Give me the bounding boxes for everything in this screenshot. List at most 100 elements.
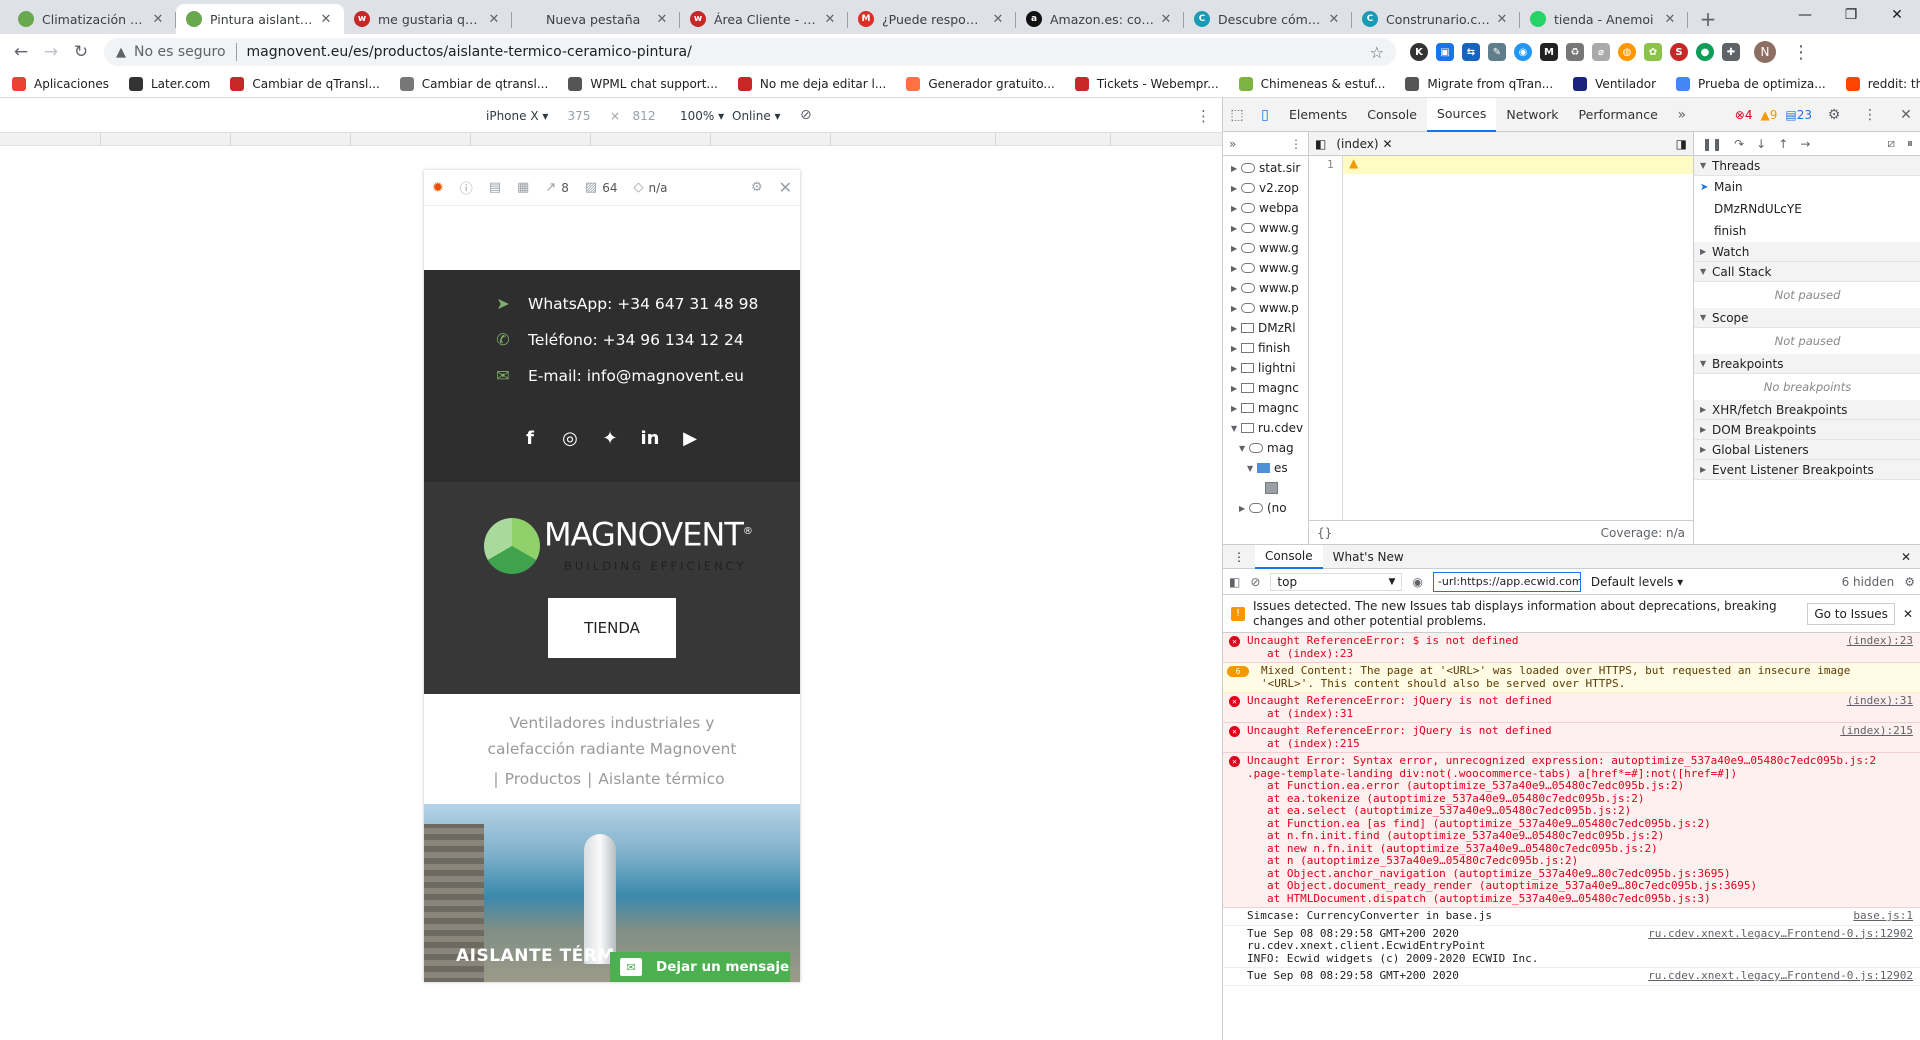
magnovent-logo[interactable]: MAGNOVENT® BUILDING EFFICIENCY xyxy=(484,516,753,577)
device-width-input[interactable]: 375 xyxy=(559,106,599,126)
watch-section[interactable]: ▶ Watch xyxy=(1694,242,1920,262)
highlighted-line[interactable]: ▲ xyxy=(1343,156,1693,174)
go-to-issues-button[interactable]: Go to Issues xyxy=(1807,602,1895,625)
extension-icon[interactable]: S xyxy=(1670,43,1688,61)
bookmark-item[interactable]: Chimeneas & estuf... xyxy=(1238,76,1385,91)
expand-arrow-icon[interactable]: ▶ xyxy=(1231,224,1241,233)
pretty-print-icon[interactable]: {} xyxy=(1317,526,1332,540)
bookmark-item[interactable]: WPML chat support... xyxy=(568,76,718,91)
expand-arrow-icon[interactable]: ▶ xyxy=(1231,384,1241,393)
thread-main[interactable]: ➤ Main xyxy=(1694,176,1920,198)
close-tab-icon[interactable]: ✕ xyxy=(486,12,502,27)
devtools-tab-network[interactable]: Network xyxy=(1496,98,1568,132)
pause-icon[interactable]: ❚❚ xyxy=(1702,137,1722,151)
browser-tab[interactable]: w me gustaria que m ✕ xyxy=(344,4,512,34)
stats-icon[interactable]: ▦ xyxy=(517,180,529,195)
extension-icon[interactable]: ◍ xyxy=(1618,43,1636,61)
density-icon[interactable]: ▤ xyxy=(489,180,501,195)
browser-tab[interactable]: Climatización con v ✕ xyxy=(8,4,176,34)
images-stat[interactable]: ▨ 64 xyxy=(585,180,618,195)
media-query-ruler[interactable] xyxy=(0,132,1222,146)
close-tab-icon[interactable]: ✕ xyxy=(1662,12,1678,27)
expand-arrow-icon[interactable]: ▶ xyxy=(1231,184,1241,193)
expand-arrow-icon[interactable]: ▶ xyxy=(1239,504,1249,513)
url-text[interactable]: magnovent.eu/es/productos/aislante-termi… xyxy=(247,44,1370,60)
devtools-tab-sources[interactable]: Sources xyxy=(1426,97,1497,132)
source-link[interactable]: ru.cdev.xnext.legacy…Frontend-0.js:12902 xyxy=(1648,969,1913,983)
console-message[interactable]: ✕ Uncaught ReferenceError: $ is not defin… xyxy=(1223,633,1920,663)
extension-icon[interactable]: ⌀ xyxy=(1592,43,1610,61)
drawer-menu-icon[interactable]: ⋮ xyxy=(1223,545,1255,569)
console-filter-input[interactable]: -url:https://app.ecwid.com xyxy=(1432,571,1581,592)
xhr-breakpoints-section[interactable]: ▶ XHR/fetch Breakpoints xyxy=(1694,400,1920,420)
devtools-menu-icon[interactable]: ⋮ xyxy=(1856,107,1884,123)
settings-gear-icon[interactable]: ⚙ xyxy=(751,180,763,195)
console-sidebar-icon[interactable]: ◧ xyxy=(1229,575,1240,589)
step-icon[interactable]: → xyxy=(1800,137,1810,151)
expand-arrow-icon[interactable]: ▶ xyxy=(1231,204,1241,213)
device-toolbar-menu-icon[interactable]: ⋮ xyxy=(1196,107,1211,125)
rotate-icon[interactable]: ⊘ xyxy=(800,107,812,123)
navigator-item[interactable]: ▶ www.g xyxy=(1223,238,1308,258)
navigator-item[interactable]: ▼ mag xyxy=(1223,438,1308,458)
expand-arrow-icon[interactable]: ▶ xyxy=(1231,324,1241,333)
clear-console-icon[interactable]: ⊘ xyxy=(1250,575,1260,589)
console-settings-icon[interactable]: ⚙ xyxy=(1904,575,1915,589)
bookmark-item[interactable]: Migrate from qTran... xyxy=(1405,76,1553,91)
bookmark-item[interactable]: Later.com xyxy=(128,76,210,91)
navigator-item[interactable] xyxy=(1223,478,1308,498)
toggle-navigator-icon[interactable]: ◧ xyxy=(1315,137,1326,151)
close-tab-icon[interactable]: ✕ xyxy=(990,12,1006,27)
navigator-item[interactable]: ▶ magnc xyxy=(1223,398,1308,418)
extension-icon[interactable]: ▣ xyxy=(1436,43,1454,61)
score-stat[interactable]: ◇ n/a xyxy=(633,180,667,195)
more-icon[interactable]: » xyxy=(1229,137,1236,151)
bookmark-item[interactable]: Ventilador xyxy=(1573,76,1656,91)
phone-text[interactable]: Teléfono: +34 96 134 12 24 xyxy=(528,331,744,349)
inspect-element-icon[interactable]: ⬚ xyxy=(1223,107,1251,123)
dom-breakpoints-section[interactable]: ▶ DOM Breakpoints xyxy=(1694,420,1920,440)
youtube-icon[interactable]: ▶ xyxy=(680,428,700,449)
thread-item[interactable]: DMzRNdULcYE xyxy=(1694,198,1920,220)
browser-tab[interactable]: Nueva pestaña ✕ xyxy=(512,4,680,34)
leave-message-button[interactable]: ✉ Dejar un mensaje xyxy=(610,952,790,982)
source-link[interactable]: ru.cdev.xnext.legacy…Frontend-0.js:12902 xyxy=(1648,927,1913,941)
linkedin-icon[interactable]: in xyxy=(640,428,660,449)
devtools-tab-elements[interactable]: Elements xyxy=(1279,98,1357,132)
close-issues-icon[interactable]: ✕ xyxy=(1903,607,1913,621)
thread-item[interactable]: finish xyxy=(1694,220,1920,242)
issue-counters[interactable]: ⊗4 ▲9 ▤23 ⚙ ⋮ ✕ xyxy=(1735,107,1920,123)
expand-arrow-icon[interactable]: ▶ xyxy=(1231,164,1241,173)
navigator-item[interactable]: ▶ magnc xyxy=(1223,378,1308,398)
expand-arrow-icon[interactable]: ▶ xyxy=(1231,244,1241,253)
console-message[interactable]: Simcase: CurrencyConverter in base.js bas… xyxy=(1223,908,1920,926)
expand-arrow-icon[interactable]: ▼ xyxy=(1239,444,1249,453)
extension-icon[interactable]: ● xyxy=(1696,43,1714,61)
close-tab-icon[interactable]: ✕ xyxy=(1494,12,1510,27)
breakpoints-section[interactable]: ▼ Breakpoints xyxy=(1694,354,1920,374)
expand-arrow-icon[interactable]: ▶ xyxy=(1231,264,1241,273)
close-file-icon[interactable]: ✕ xyxy=(1383,137,1393,151)
console-message[interactable]: 6 Mixed Content: The page at '<URL>' was … xyxy=(1223,663,1920,693)
source-link[interactable]: (index):215 xyxy=(1840,724,1913,738)
navigator-menu-icon[interactable]: ⋮ xyxy=(1290,137,1302,151)
navigator-item[interactable]: ▶ stat.sir xyxy=(1223,158,1308,178)
extension-icon[interactable]: ◉ xyxy=(1514,43,1532,61)
device-toggle-icon[interactable]: ▯ xyxy=(1251,107,1279,123)
whatsapp-text[interactable]: WhatsApp: +34 647 31 48 98 xyxy=(528,295,758,313)
close-tab-icon[interactable]: ✕ xyxy=(1326,12,1342,27)
toggle-debugger-icon[interactable]: ◨ xyxy=(1676,137,1687,151)
shop-button[interactable]: TIENDA xyxy=(548,598,676,658)
navigator-item[interactable]: ▶ www.p xyxy=(1223,278,1308,298)
navigator-item[interactable]: ▶ lightni xyxy=(1223,358,1308,378)
twitter-icon[interactable]: ✦ xyxy=(600,428,620,449)
editor-file-tab[interactable]: (index) xyxy=(1336,137,1378,151)
tab-whats-new[interactable]: What's New xyxy=(1323,545,1414,569)
step-into-icon[interactable]: ↓ xyxy=(1756,137,1766,151)
new-tab-button[interactable]: + xyxy=(1694,4,1722,34)
expand-arrow-icon[interactable]: ▶ xyxy=(1231,364,1241,373)
browser-tab[interactable]: w Área Cliente - Web ✕ xyxy=(680,4,848,34)
bookmark-item[interactable]: Aplicaciones xyxy=(12,76,109,91)
tab-console[interactable]: Console xyxy=(1255,544,1323,569)
zoom-select[interactable]: 100% ▾ xyxy=(680,109,724,123)
